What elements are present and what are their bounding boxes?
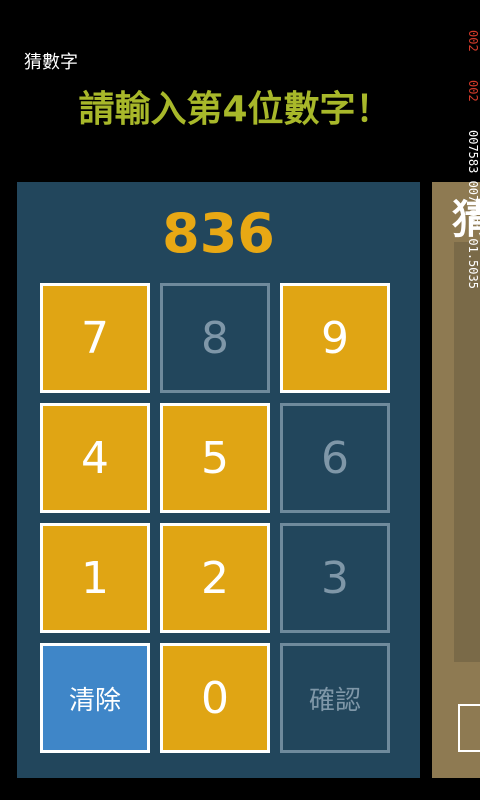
entered-number-display: 836 bbox=[162, 202, 275, 265]
prompt-message: 請輸入第4位數字！ bbox=[78, 89, 392, 130]
key-6-button[interactable]: 6 bbox=[280, 403, 390, 513]
key-4-button[interactable]: 4 bbox=[40, 403, 150, 513]
debug-counter-overlay: 002 002 007583 007 001 01.5035 bbox=[462, 30, 480, 410]
app-screen: 猜數字 請輸入第4位數字！ 836 7 8 9 4 5 6 1 2 3 清除 0… bbox=[0, 0, 480, 800]
debug-line-2: 002 bbox=[466, 80, 480, 102]
key-2-button[interactable]: 2 bbox=[160, 523, 270, 633]
key-1-button[interactable]: 1 bbox=[40, 523, 150, 633]
keypad-panel: 836 7 8 9 4 5 6 1 2 3 清除 0 確認 bbox=[17, 182, 420, 778]
clear-button[interactable]: 清除 bbox=[40, 643, 150, 753]
app-title: 猜數字 bbox=[24, 52, 78, 73]
key-8-button[interactable]: 8 bbox=[160, 283, 270, 393]
key-5-button[interactable]: 5 bbox=[160, 403, 270, 513]
peek-button bbox=[458, 704, 480, 752]
key-0-button[interactable]: 0 bbox=[160, 643, 270, 753]
key-3-button[interactable]: 3 bbox=[280, 523, 390, 633]
debug-line-1: 002 bbox=[466, 30, 480, 52]
confirm-button[interactable]: 確認 bbox=[280, 643, 390, 753]
key-9-button[interactable]: 9 bbox=[280, 283, 390, 393]
debug-line-3: 007583 007 001 01.5035 bbox=[466, 130, 480, 289]
key-7-button[interactable]: 7 bbox=[40, 283, 150, 393]
